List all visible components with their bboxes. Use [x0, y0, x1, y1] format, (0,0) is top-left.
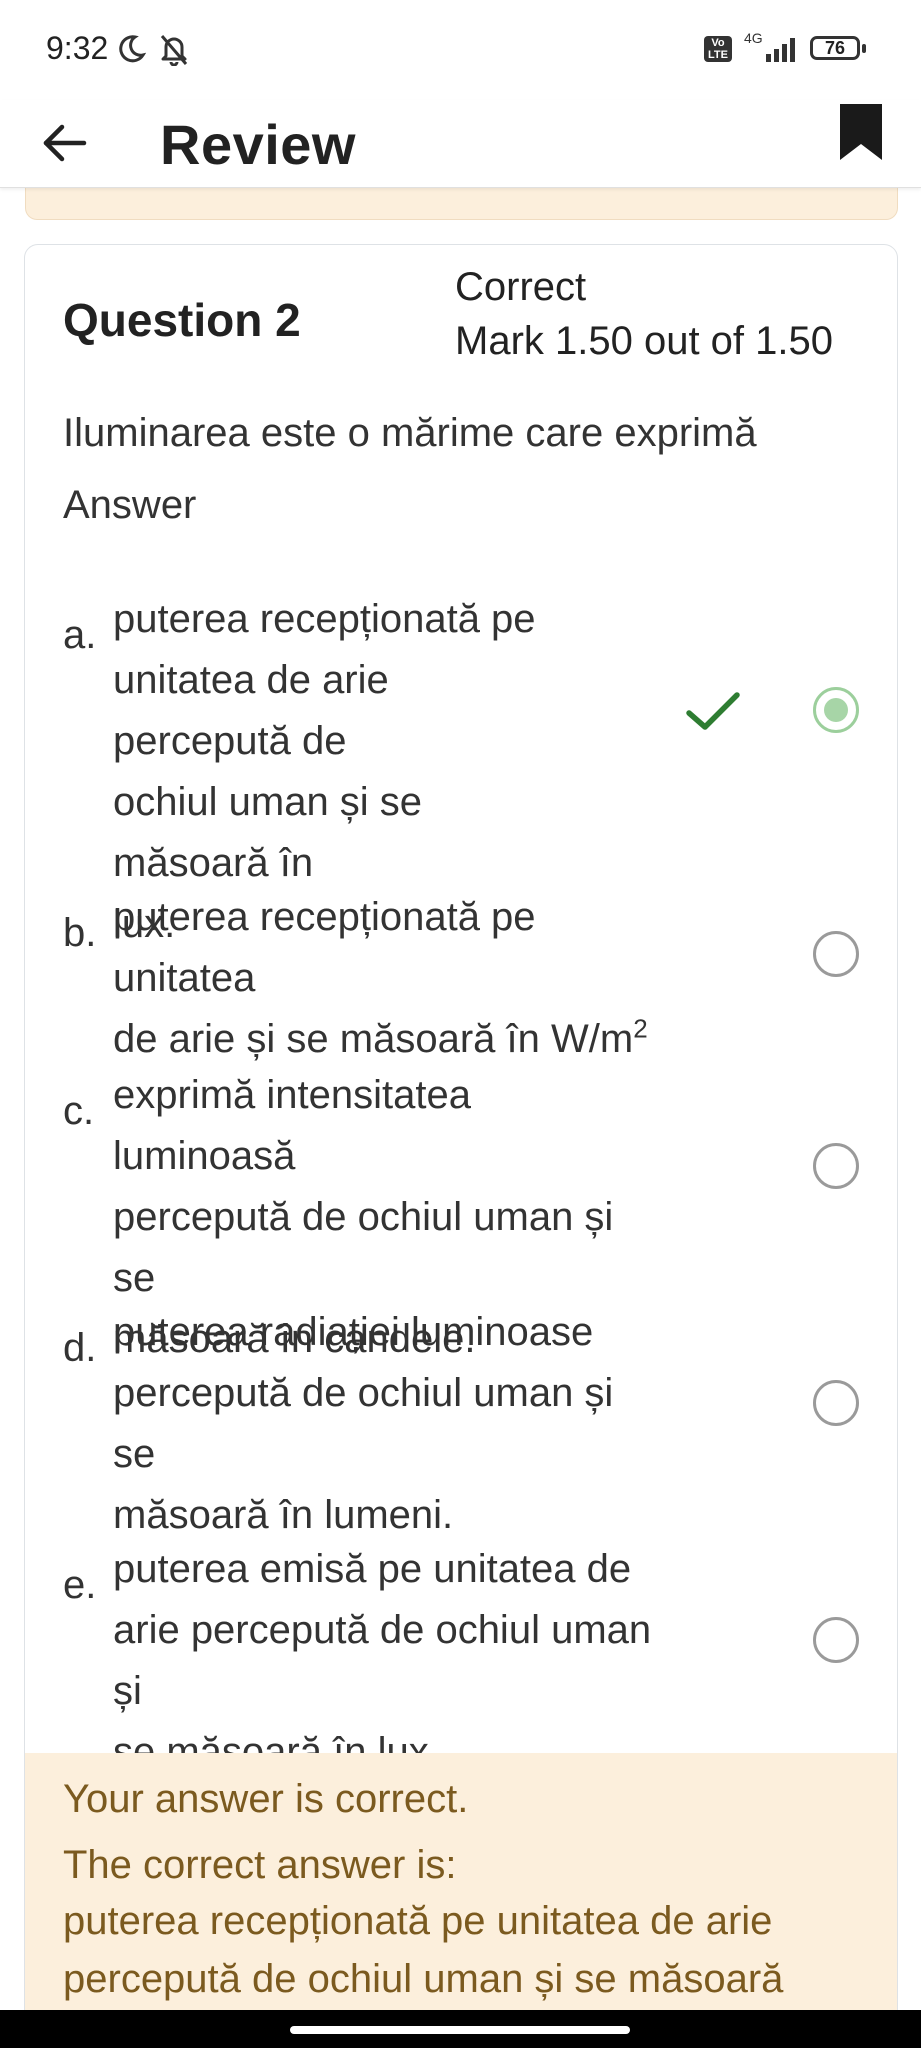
signal-strength-icon	[766, 38, 795, 62]
answer-option-b[interactable]: b. puterea recepționată pe unitatea de a…	[25, 887, 897, 1061]
radio-option-a[interactable]	[813, 687, 859, 733]
option-text-line: percepută de ochiul uman și se	[113, 1195, 614, 1300]
correct-answer-text: puterea recepționată pe unitatea de arie	[63, 1899, 773, 1943]
question-number: Question 2	[63, 294, 301, 346]
radio-option-e[interactable]	[813, 1617, 859, 1663]
bell-off-icon	[160, 35, 188, 66]
app-bar: Review	[0, 100, 921, 188]
superscript: 2	[633, 1013, 648, 1044]
option-text-line: de arie și se măsoară în W/m2	[113, 1009, 653, 1070]
option-letter: c.	[63, 1089, 95, 1133]
feedback-panel: Your answer is correct. The correct answ…	[25, 1753, 897, 2048]
answer-option-a[interactable]: a. puterea recepționată pe unitatea de a…	[25, 589, 897, 946]
option-text-line: arie percepută de ochiul uman și	[113, 1608, 652, 1713]
answer-label: Answer	[63, 483, 197, 527]
radio-option-d[interactable]	[813, 1380, 859, 1426]
option-text-line: percepută de ochiul uman și se	[113, 1371, 614, 1476]
option-text-line: puterea emisă pe unitatea de	[113, 1547, 632, 1591]
option-text-line: măsoară în lumeni.	[113, 1493, 454, 1537]
status-time: 9:32	[46, 30, 109, 66]
arrow-left-icon[interactable]	[40, 118, 90, 168]
answer-option-d[interactable]: d. puterea radiației luminoase percepută…	[25, 1302, 897, 1537]
feedback-result: Your answer is correct.	[63, 1777, 469, 1821]
option-text-line: puterea radiației luminoase	[113, 1310, 594, 1354]
network-type: 4G	[744, 30, 763, 46]
option-text: puterea radiației luminoase percepută de…	[113, 1302, 653, 1546]
option-text-line: unitatea de arie percepută de	[113, 658, 389, 763]
battery-tip	[862, 44, 866, 53]
answer-option-e[interactable]: e. puterea emisă pe unitatea de arie per…	[25, 1539, 897, 1774]
question-card: Question 2 Correct Mark 1.50 out of 1.50…	[24, 244, 898, 2048]
correct-answer-text: percepută de ochiul uman și se măsoară	[63, 1957, 784, 2001]
option-text-line: puterea recepționată pe	[113, 597, 536, 641]
answer-option-c[interactable]: c. exprimă intensitatea luminoasă percep…	[25, 1065, 897, 1361]
option-letter: b.	[63, 911, 97, 955]
question-state: Correct	[455, 265, 587, 309]
question-text: Iluminarea este o mărime care exprimă	[63, 411, 757, 455]
option-text-line: exprimă intensitatea luminoasă	[113, 1073, 471, 1178]
option-letter: d.	[63, 1326, 97, 1370]
radio-option-c[interactable]	[813, 1143, 859, 1189]
option-text-line: puterea recepționată pe unitatea	[113, 895, 536, 1000]
volte-icon: Vo LTE	[704, 36, 732, 62]
option-text: puterea recepționată pe unitatea de arie…	[113, 887, 653, 1070]
option-text-line: ochiul uman și se măsoară în	[113, 780, 423, 885]
option-letter: e.	[63, 1563, 97, 1607]
bookmark-icon[interactable]	[838, 102, 884, 162]
question-mark: Mark 1.50 out of 1.50	[455, 319, 834, 363]
correct-check-icon	[686, 692, 740, 730]
option-letter: a.	[63, 613, 97, 657]
home-gesture-handle[interactable]	[290, 2026, 630, 2034]
navigation-bar	[0, 2010, 921, 2048]
option-text: puterea emisă pe unitatea de arie percep…	[113, 1539, 653, 1783]
option-text-main: de arie și se măsoară în W/m	[113, 1017, 634, 1061]
radio-option-b[interactable]	[813, 931, 859, 977]
page-title: Review	[160, 113, 356, 176]
status-bar: 9:32 Vo LTE 4G 76	[0, 0, 921, 100]
correct-answer-intro: The correct answer is:	[63, 1843, 457, 1887]
battery-indicator: 76	[810, 36, 860, 60]
do-not-disturb-moon-icon	[119, 35, 146, 63]
